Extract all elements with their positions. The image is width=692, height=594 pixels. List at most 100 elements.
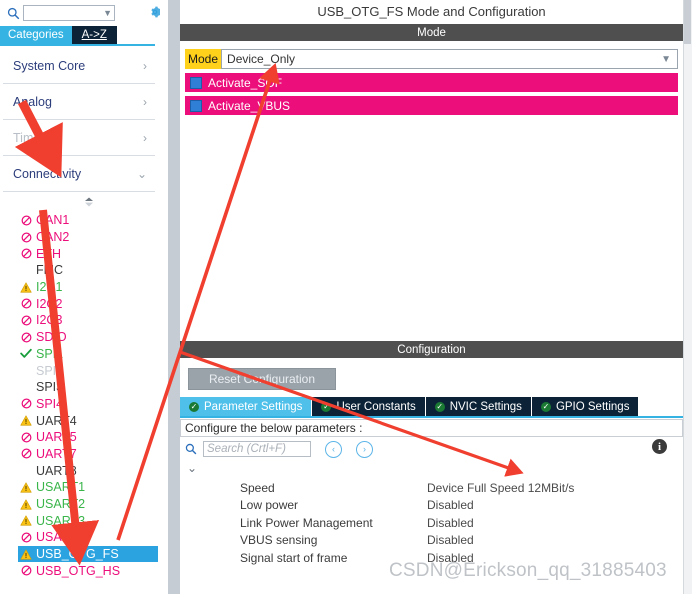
peripheral-item-uart4[interactable]: UART4 [18,412,158,429]
parameter-row[interactable]: Speed Device Full Speed 12MBit/s [240,479,683,497]
check-circle-icon: ✓ [540,401,551,412]
no-entry-icon [18,248,34,259]
peripheral-item-can1[interactable]: CAN1 [18,212,158,229]
parameter-search-input[interactable]: Search (Crtl+F) [203,441,311,457]
peripheral-item-i2c3[interactable]: I2C3 [18,312,158,329]
checkbox-box-icon[interactable] [190,99,202,112]
search-next-button[interactable]: › [356,440,373,458]
configuration-section-header: Configuration [180,341,683,358]
peripheral-label: I2C2 [36,296,63,311]
chevron-down-icon[interactable]: ▼ [103,8,112,18]
mode-section-body: Mode Device_Only ▼ Activate_SOF Activate… [180,46,683,115]
category-connectivity[interactable]: Connectivity ⌄ [3,156,155,192]
tab-label: User Constants [336,400,416,413]
no-entry-icon [18,298,34,309]
check-circle-icon: ✓ [321,401,332,412]
search-row: ▼ [0,0,160,26]
mode-dropdown[interactable]: Device_Only ▼ [221,49,678,69]
peripheral-selector-panel: ▼ Categories A->Z System Core › Analog › [0,0,160,594]
tab-nvic-settings[interactable]: ✓ NVIC Settings [425,397,532,416]
scroll-up-spinner-icon[interactable] [82,196,96,208]
peripheral-item-usart3[interactable]: USART3 [18,512,158,529]
configuration-tabs-underline [180,416,683,418]
peripheral-item-usart6[interactable]: USART6 [18,529,158,546]
no-entry-icon [18,232,34,243]
peripheral-item-spi3[interactable]: SPI3 [18,379,158,396]
right-scrollbar-track[interactable] [683,0,692,594]
right-scrollbar-thumb[interactable] [684,0,691,44]
peripheral-item-uart5[interactable]: UART5 [18,429,158,446]
warning-icon [18,415,34,426]
peripheral-label: UART4 [36,413,77,428]
peripheral-label: SDIO [36,330,67,345]
chevron-right-icon: › [143,94,147,109]
peripheral-label: UART5 [36,430,77,445]
peripheral-item-usart2[interactable]: USART2 [18,496,158,513]
tab-label: Parameter Settings [204,400,303,413]
peripheral-item-i2c2[interactable]: I2C2 [18,295,158,312]
reset-configuration-button[interactable]: Reset Configuration [188,368,336,390]
category-label: Connectivity [13,166,82,181]
peripheral-item-can2[interactable]: CAN2 [18,229,158,246]
gear-icon[interactable] [146,3,160,21]
peripheral-label: SPI3 [36,380,64,395]
category-analog[interactable]: Analog › [3,84,155,120]
peripheral-item-i2c1[interactable]: I2C1 [18,279,158,296]
configuration-section-body: Reset Configuration ✓ Parameter Settings… [180,360,683,567]
warning-icon [18,482,34,493]
peripheral-label: USART6 [36,530,86,545]
parameter-name: Speed [240,480,275,495]
tab-gpio-settings[interactable]: ✓ GPIO Settings [531,397,640,416]
peripheral-item-usb_otg_hs[interactable]: USB_OTG_HS [18,562,158,579]
checkbox-box-icon[interactable] [190,76,202,89]
mode-row: Mode Device_Only ▼ [185,49,678,69]
peripheral-item-uart8[interactable]: UART8 [18,462,158,479]
checkbox-activate-vbus[interactable]: Activate_VBUS [185,96,678,115]
chevron-right-icon: › [143,130,147,145]
parameter-search-row: Search (Crtl+F) ‹ › i [180,437,683,461]
checkbox-activate-sof[interactable]: Activate_SOF [185,73,678,92]
peripheral-item-uart7[interactable]: UART7 [18,446,158,463]
peripheral-label: CAN1 [36,213,70,228]
warning-icon [18,515,34,526]
page-title: USB_OTG_FS Mode and Configuration [180,0,683,22]
mode-dropdown-value: Device_Only [227,52,296,66]
peripheral-item-spi4[interactable]: SPI4 [18,396,158,413]
no-entry-icon [18,532,34,543]
tab-categories[interactable]: Categories [0,26,72,44]
mode-and-configuration-panel: USB_OTG_FS Mode and Configuration Mode M… [180,0,692,594]
warning-icon [18,281,34,293]
peripheral-label: FMC [36,263,64,278]
parameter-row[interactable]: Low power Disabled [240,497,683,515]
peripheral-label: USART3 [36,513,86,528]
search-prev-button[interactable]: ‹ [325,440,342,458]
info-icon[interactable]: i [652,439,667,454]
peripheral-item-usb_otg_fs[interactable]: USB_OTG_FS [18,545,158,563]
tab-label: NVIC Settings [449,400,522,413]
peripheral-label: I2C3 [36,313,63,328]
category-list: System Core › Analog › Timers › Connecti… [3,48,155,192]
tab-parameter-settings[interactable]: ✓ Parameter Settings [180,397,313,416]
peripheral-item-spi2[interactable]: SPI2 [18,362,158,379]
warning-icon [18,548,34,560]
parameter-name: Low power [240,498,299,513]
peripheral-item-fmc[interactable]: FMC [18,262,158,279]
peripheral-search-input[interactable]: ▼ [23,5,115,21]
peripheral-label: USART2 [36,497,86,512]
peripheral-item-spi1[interactable]: SPI1 [18,346,158,363]
parameter-row[interactable]: Link Power Management Disabled [240,514,683,532]
parameter-row[interactable]: VBUS sensing Disabled [240,532,683,550]
category-label: System Core [13,58,86,73]
no-entry-icon [18,432,34,443]
peripheral-item-eth[interactable]: ETH [18,245,158,262]
parameter-group-toggle[interactable]: ⌄ [187,461,683,475]
category-timers[interactable]: Timers › [3,120,155,156]
peripheral-item-usart1[interactable]: USART1 [18,479,158,496]
peripheral-label: SPI4 [36,396,64,411]
watermark: CSDN@Erickson_qq_31885403 [389,560,667,581]
no-entry-icon [18,448,34,459]
tab-a-to-z[interactable]: A->Z [71,26,117,44]
category-system-core[interactable]: System Core › [3,48,155,84]
tab-user-constants[interactable]: ✓ User Constants [312,397,426,416]
peripheral-item-sdio[interactable]: SDIO [18,329,158,346]
